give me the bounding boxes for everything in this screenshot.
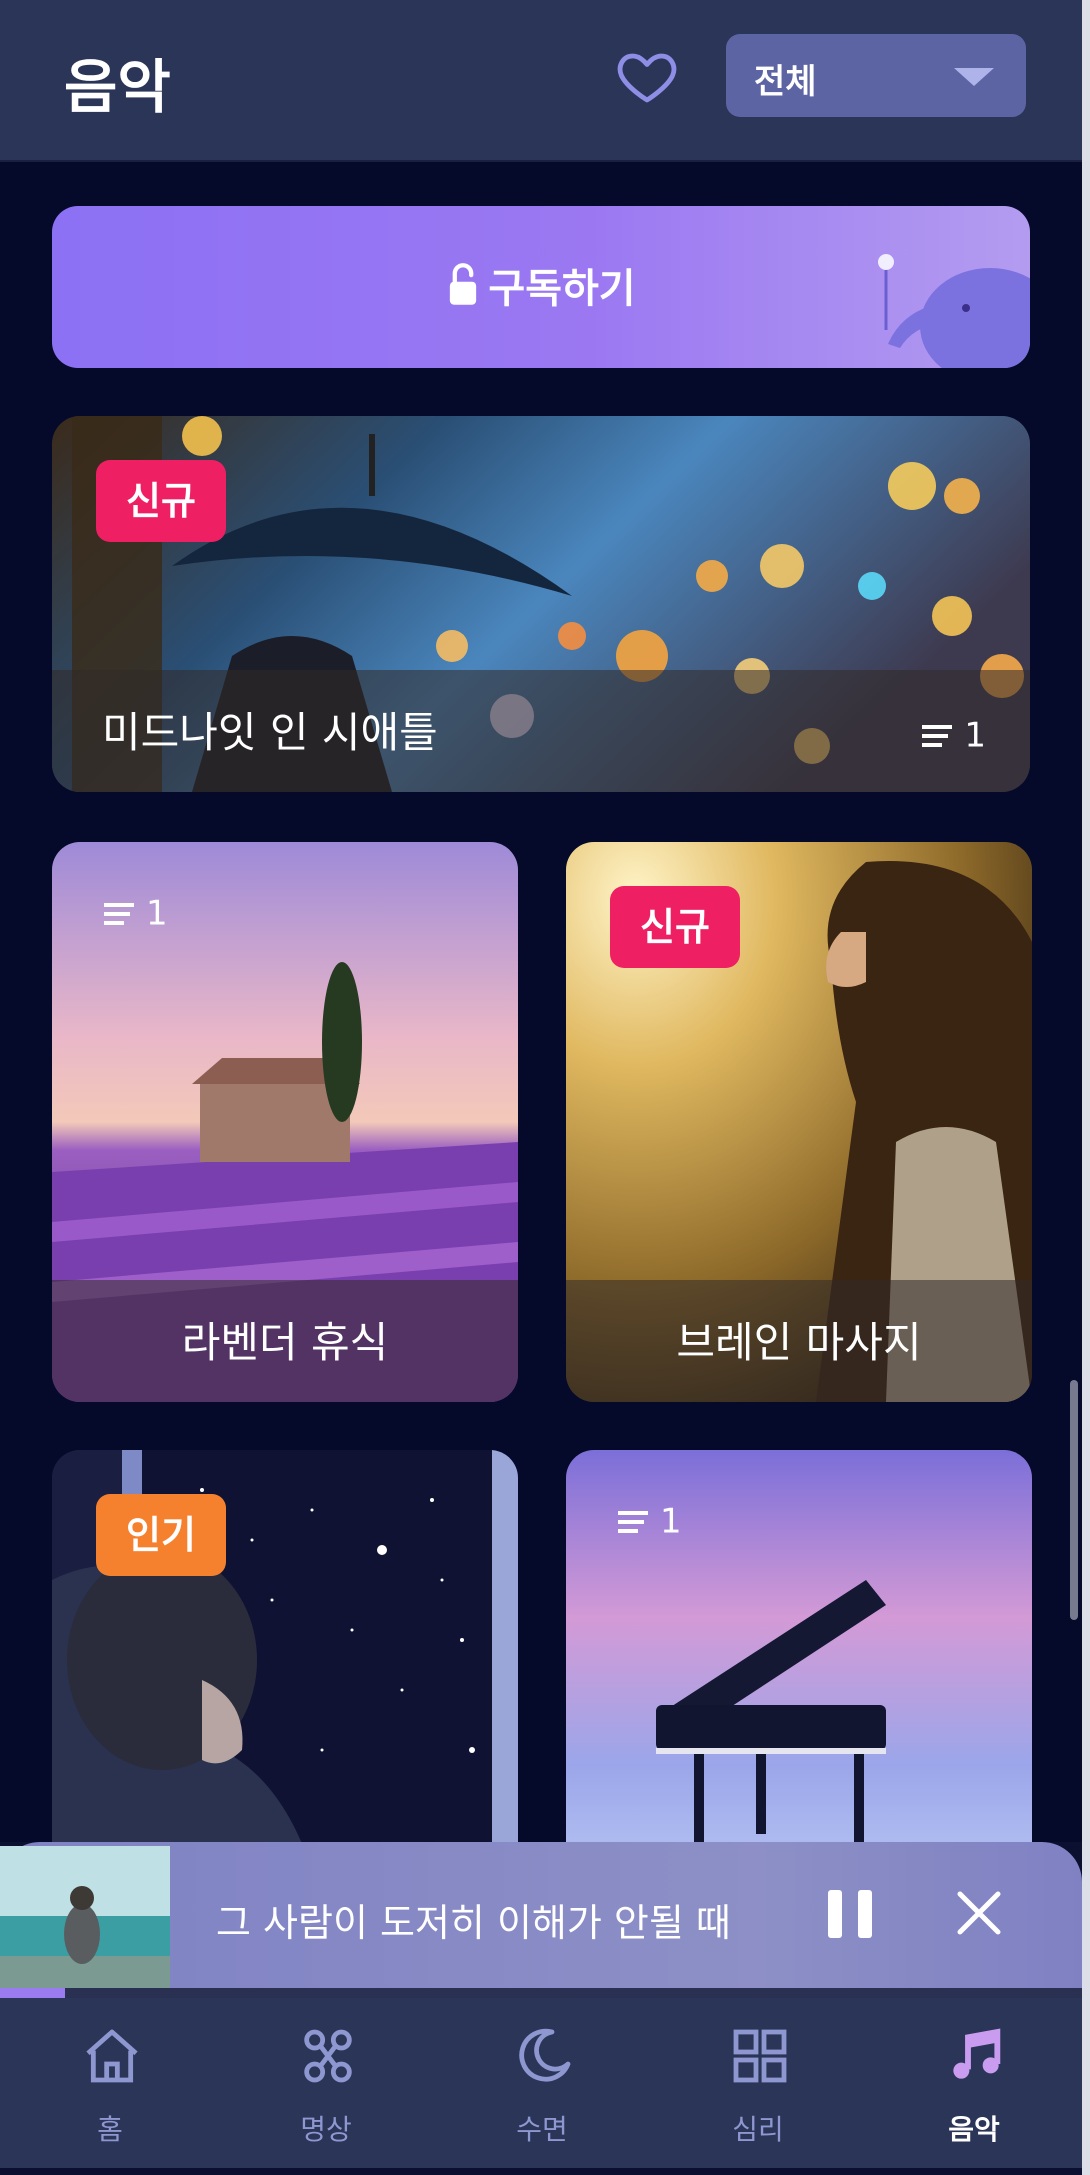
app-header: 음악 전체: [0, 0, 1082, 162]
tab-home[interactable]: 홈: [30, 1998, 190, 2168]
unlock-icon: [450, 263, 477, 305]
playlist-icon: [618, 1510, 648, 1533]
subscribe-label: 구독하기: [488, 266, 636, 312]
music-card-lavender-rest[interactable]: 라벤더 휴식 1: [52, 842, 518, 1402]
category-filter-dropdown[interactable]: 전체: [726, 34, 1026, 117]
now-playing-artwork: [0, 1846, 170, 1990]
track-count: 1: [618, 1500, 682, 1542]
track-count-value: 1: [146, 893, 168, 934]
tab-label: 음악: [948, 2113, 1000, 2146]
elephant-mascot-icon: [878, 254, 1030, 368]
card-title: 라벤더 휴식: [181, 1318, 389, 1367]
track-count: 1: [104, 892, 168, 934]
tab-label: 심리: [732, 2113, 784, 2146]
music-note-icon: [953, 2028, 1001, 2079]
home-icon: [86, 2029, 138, 2083]
grid-icon: [733, 2029, 787, 2083]
playback-progress-fill: [0, 1988, 65, 1998]
tab-label: 홈: [97, 2113, 123, 2146]
mini-player[interactable]: 그 사람이 도저히 이해가 안될 때: [0, 1842, 1082, 1990]
bottom-tab-bar: 홈 명상 수면 심리 음악: [0, 1998, 1082, 2168]
track-count-value: 1: [660, 1501, 682, 1542]
pause-button[interactable]: [826, 1888, 876, 1940]
chevron-down-icon: [954, 68, 994, 86]
scrollbar-thumb[interactable]: [1070, 1380, 1078, 1620]
tab-meditation[interactable]: 명상: [246, 1998, 406, 2168]
meditation-icon: [304, 2029, 352, 2083]
heart-icon[interactable]: [615, 44, 679, 108]
track-count-value: 1: [964, 715, 986, 756]
music-card-midnight-seattle[interactable]: 미드나잇 인 시애틀 신규 1: [52, 416, 1030, 792]
card-title: 미드나잇 인 시애틀: [102, 708, 438, 757]
playlist-icon: [922, 724, 953, 747]
close-button[interactable]: [954, 1888, 1004, 1938]
music-list[interactable]: 구독하기 미드나잇 인 시애틀 신규 1 라벤더 휴식 1 브레인 마사지 신규…: [0, 162, 1082, 1870]
tab-label: 수면: [516, 2113, 568, 2146]
tab-sleep[interactable]: 수면: [462, 1998, 622, 2168]
tab-psychology[interactable]: 심리: [678, 1998, 838, 2168]
track-count: 1: [922, 714, 986, 756]
new-badge: 신규: [96, 460, 226, 542]
playlist-icon: [104, 902, 134, 925]
music-card-piano[interactable]: 1: [566, 1450, 1032, 1870]
popular-badge: 인기: [96, 1494, 226, 1576]
playback-progress-bar[interactable]: [0, 1988, 1082, 1998]
music-card-starry-night[interactable]: 인기: [52, 1450, 518, 1870]
music-card-brain-massage[interactable]: 브레인 마사지 신규: [566, 842, 1032, 1402]
page-title: 음악: [64, 53, 171, 121]
card-title: 브레인 마사지: [676, 1318, 922, 1367]
tab-label: 명상: [300, 2113, 352, 2146]
subscribe-banner[interactable]: 구독하기: [52, 206, 1030, 368]
tab-music[interactable]: 음악: [894, 1998, 1054, 2168]
now-playing-title: 그 사람이 도저히 이해가 안될 때: [216, 1901, 731, 1945]
frame-edge: [1082, 0, 1090, 2175]
new-badge: 신규: [610, 886, 740, 968]
filter-selected-label: 전체: [754, 62, 817, 102]
moon-icon: [519, 2028, 571, 2082]
